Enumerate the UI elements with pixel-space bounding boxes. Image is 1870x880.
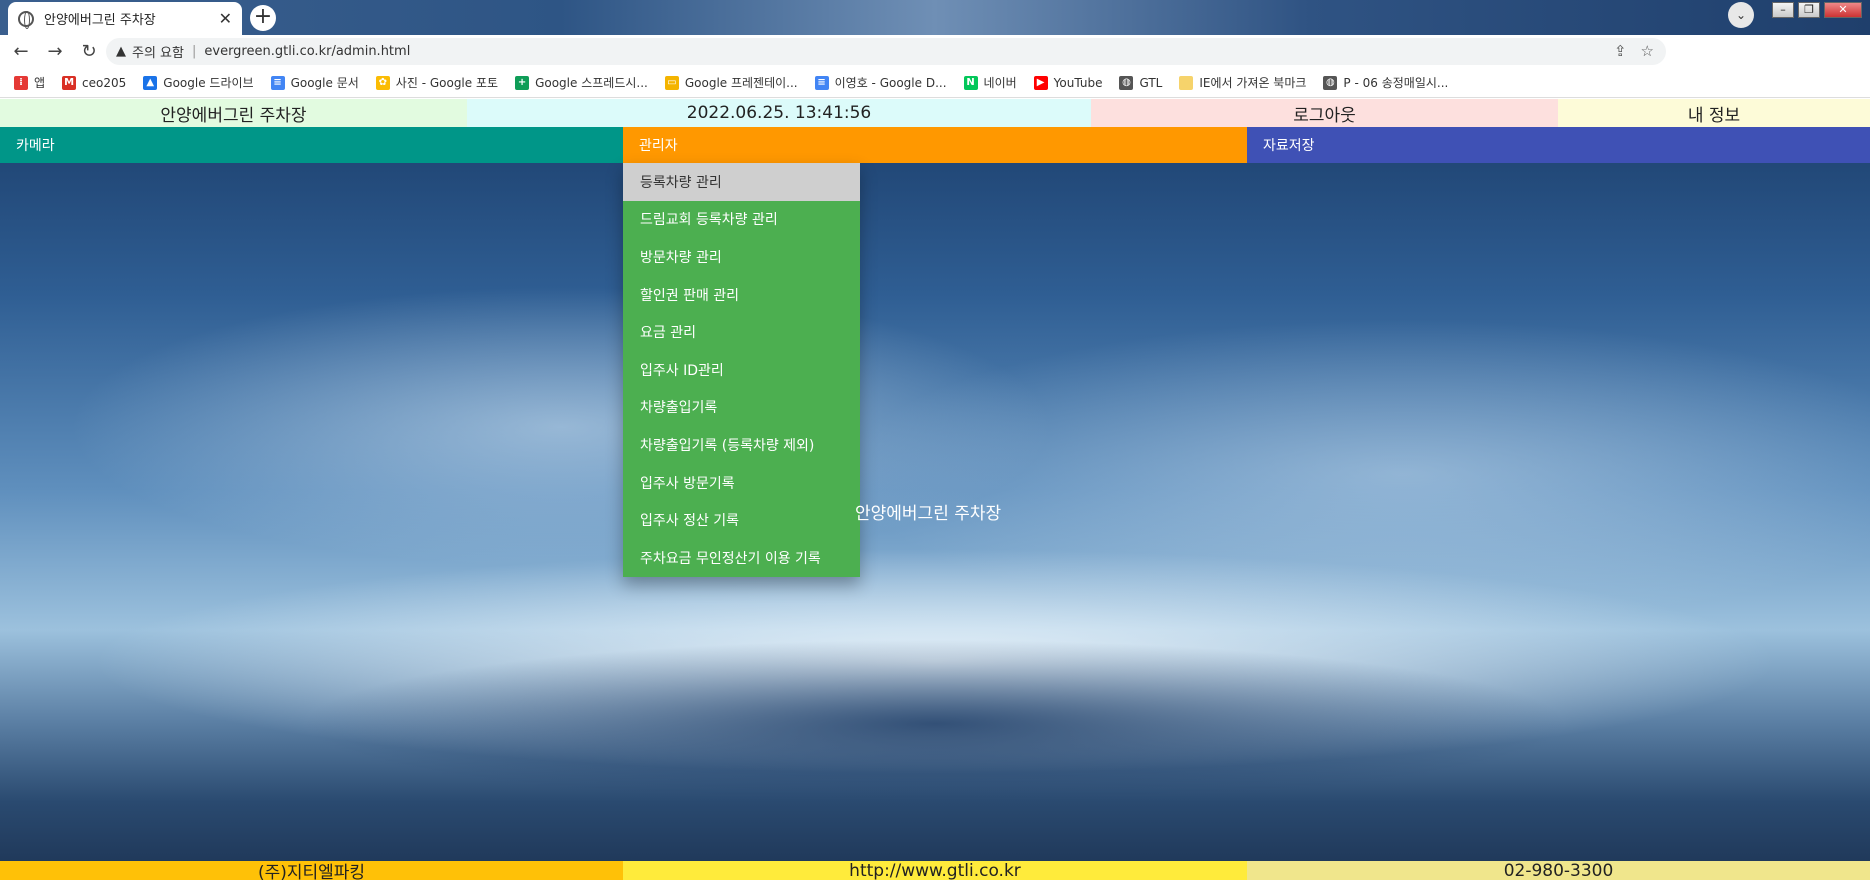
menu-admin[interactable]: 관리자 (623, 127, 1247, 163)
browser-tab[interactable]: 안양에버그린 주차장 ✕ (8, 2, 242, 35)
bookmark-label: ceo205 (82, 75, 127, 90)
google-slides-icon: ▭ (664, 75, 679, 90)
warning-icon[interactable]: ▲ (116, 44, 126, 59)
naver-icon: N (963, 75, 978, 90)
main-menu: 카메라 관리자 자료저장 (0, 127, 1870, 163)
info-bar: 안양에버그린 주차장 2022.06.25. 13:41:56 로그아웃 내 정… (0, 99, 1870, 127)
footer-company: (주)지티엘파킹 (0, 861, 623, 880)
folder-icon (1179, 75, 1194, 90)
current-datetime: 2022.06.25. 13:41:56 (467, 99, 1091, 127)
bookmark-label: 이영호 - Google D... (834, 76, 947, 90)
admin-menu-item[interactable]: 차량출입기록 (623, 389, 860, 427)
bookmark-item[interactable]: ◍ GTL (1119, 75, 1163, 90)
bookmark-item[interactable]: ≡ Google 문서 (270, 74, 359, 91)
close-window-button[interactable]: ✕ (1824, 2, 1862, 18)
window-controls: ⌄ – ❐ ✕ (1728, 2, 1862, 28)
admin-menu-item[interactable]: 차량출입기록 (등록차량 제외) (623, 426, 860, 464)
bookmark-label: 앱 (34, 76, 46, 90)
divider: | (191, 44, 197, 59)
new-tab-button[interactable]: + (250, 5, 276, 31)
admin-dropdown-menu: 등록차량 관리 드림교회 등록차량 관리 방문차량 관리 할인권 판매 관리 요금 관리… (623, 163, 860, 577)
logout-button[interactable]: 로그아웃 (1091, 99, 1558, 127)
center-title: 안양에버그린 주차장 (855, 504, 1002, 524)
bookmark-label: 네이버 (983, 76, 1017, 90)
bookmark-item[interactable]: ▭ Google 프레젠테이... (664, 74, 798, 91)
tab-search-button[interactable]: ⌄ (1728, 2, 1754, 28)
admin-menu-item[interactable]: 입주사 방문기록 (623, 464, 860, 502)
bookmark-label: Google 스프레드시... (535, 76, 648, 90)
admin-menu-item[interactable]: 방문차량 관리 (623, 238, 860, 276)
menu-data-save[interactable]: 자료저장 (1247, 127, 1870, 163)
bookmark-item[interactable]: ▶ YouTube (1033, 75, 1103, 90)
google-sheets-icon: + (515, 75, 530, 90)
bookmark-label: Google 드라이브 (163, 76, 254, 90)
admin-menu-item[interactable]: 입주사 ID관리 (623, 351, 860, 389)
close-tab-icon[interactable]: ✕ (219, 9, 232, 28)
reload-button[interactable]: ↻ (76, 39, 102, 65)
globe-icon (18, 10, 34, 29)
admin-menu-item[interactable]: 요금 관리 (623, 313, 860, 351)
admin-menu-item[interactable]: 등록차량 관리 (623, 163, 860, 201)
bookmark-label: GTL (1139, 75, 1163, 90)
bookmark-item[interactable]: ⁞ 앱 (14, 74, 45, 91)
bookmark-label: IE에서 가져온 북마크 (1199, 76, 1307, 90)
bookmark-item[interactable]: IE에서 가져온 북마크 (1179, 74, 1306, 91)
bookmark-item[interactable]: ◍ P - 06 송정매일시... (1323, 74, 1448, 91)
omnibox[interactable]: ▲ 주의 요함 | evergreen.gtli.co.kr/admin.htm… (106, 38, 1666, 65)
bookmarks-bar: ⁞ 앱 Mceo205 ▲ Google 드라이브 ≡ Google 문서 ✿ 사진 - Goo… (0, 68, 1870, 98)
google-docs-icon: ≡ (814, 75, 829, 90)
globe-icon: ◍ (1119, 75, 1134, 90)
bookmark-item[interactable]: ✿ 사진 - Google 포토 (375, 74, 499, 91)
address-bar-row: ← → ↻ ▲ 주의 요함 | evergreen.gtli.co.kr/adm… (0, 35, 1870, 95)
star-icon[interactable]: ☆ (1641, 42, 1654, 60)
bookmark-item[interactable]: ▲ Google 드라이브 (143, 74, 254, 91)
maximize-button[interactable]: ❐ (1798, 2, 1820, 18)
menu-camera[interactable]: 카메라 (0, 127, 623, 163)
bookmark-label: YouTube (1053, 75, 1103, 90)
admin-menu-item[interactable]: 주차요금 무인정산기 이용 기록 (623, 539, 860, 577)
minimize-button[interactable]: – (1772, 2, 1794, 18)
google-docs-icon: ≡ (270, 75, 285, 90)
bookmark-item[interactable]: ≡ 이영호 - Google D... (814, 74, 947, 91)
browser-tab-strip: 안양에버그린 주차장 ✕ + ⌄ – ❐ ✕ (0, 0, 1870, 35)
apps-grid-icon: ⁞ (14, 75, 28, 90)
youtube-icon: ▶ (1033, 75, 1048, 90)
page-background: 안양에버그린 주차장 2022.06.25. 13:41:56 로그아웃 내 정… (0, 99, 1870, 880)
footer: (주)지티엘파킹 http://www.gtli.co.kr 02-980-33… (0, 861, 1870, 880)
bookmark-label: P - 06 송정매일시... (1343, 76, 1449, 90)
gmail-icon: M (62, 75, 77, 90)
admin-menu-item[interactable]: 할인권 판매 관리 (623, 276, 860, 314)
back-button[interactable]: ← (8, 39, 34, 65)
my-info-button[interactable]: 내 정보 (1558, 99, 1870, 127)
admin-menu-item[interactable]: 드림교회 등록차량 관리 (623, 201, 860, 239)
bookmark-label: Google 프레젠테이... (684, 76, 798, 90)
bookmark-item[interactable]: Mceo205 (62, 75, 127, 90)
globe-icon: ◍ (1323, 75, 1338, 90)
admin-menu-item[interactable]: 입주사 정산 기록 (623, 501, 860, 539)
bookmark-item[interactable]: N 네이버 (963, 74, 1017, 91)
footer-website-link[interactable]: http://www.gtli.co.kr (623, 861, 1247, 880)
share-icon[interactable]: ⇪ (1614, 42, 1627, 60)
bookmark-item[interactable]: + Google 스프레드시... (515, 74, 648, 91)
parking-lot-name: 안양에버그린 주차장 (0, 99, 467, 127)
forward-button[interactable]: → (42, 39, 68, 65)
url-text[interactable]: evergreen.gtli.co.kr/admin.html (204, 44, 410, 59)
footer-phone: 02-980-3300 (1247, 861, 1870, 880)
security-label[interactable]: 주의 요함 (132, 42, 184, 61)
omnibox-actions: ⇪ ☆ (1614, 42, 1654, 60)
google-drive-icon: ▲ (143, 75, 158, 90)
bookmark-label: Google 문서 (290, 76, 359, 90)
bookmark-label: 사진 - Google 포토 (395, 76, 499, 90)
google-photos-icon: ✿ (375, 75, 390, 90)
tab-title: 안양에버그린 주차장 (44, 13, 156, 28)
